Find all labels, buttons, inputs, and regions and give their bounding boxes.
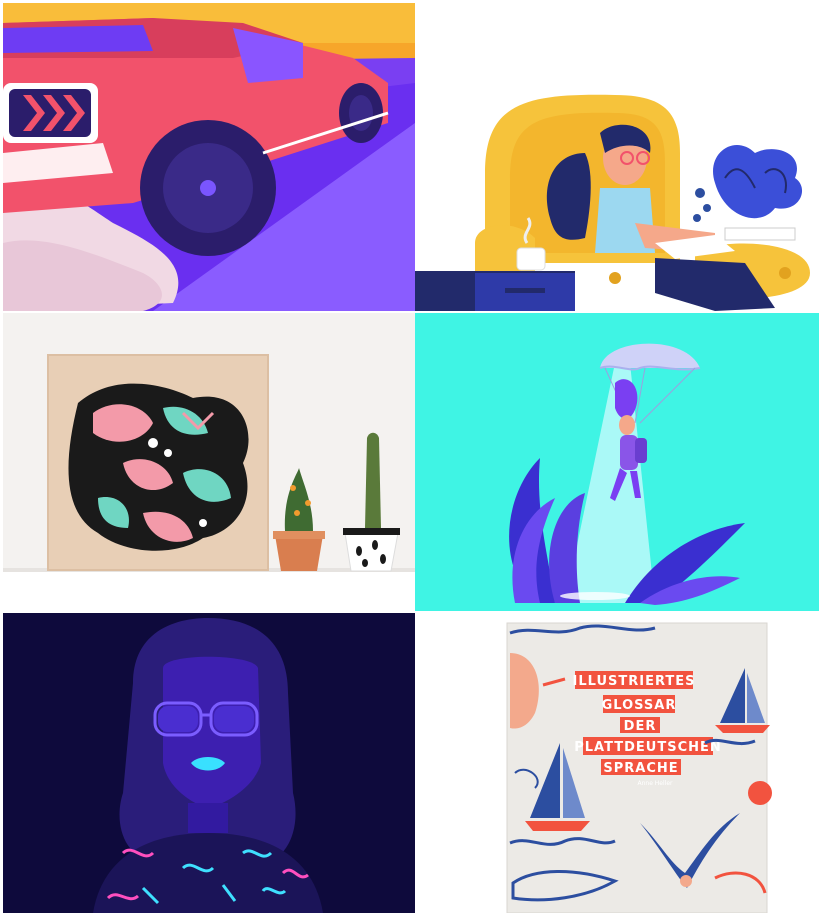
book-cover-illustration: ILLUSTRIERTES GLOSSAR DER PLATTDEUTSCHEN… <box>415 613 819 913</box>
tile-muscle-car[interactable] <box>3 3 415 311</box>
muscle-car-illustration <box>3 3 415 311</box>
book-title-line-2: GLOSSAR <box>602 698 677 713</box>
woman-armchair-illustration <box>415 3 819 311</box>
book-title-line-1: ILLUSTRIERTES <box>573 674 696 689</box>
neon-portrait-illustration <box>3 613 415 913</box>
book-title-line-4: PLATTDEUTSCHEN <box>574 740 722 755</box>
image-grid: ILLUSTRIERTES GLOSSAR DER PLATTDEUTSCHEN… <box>0 0 819 913</box>
book-author: Anne Heller <box>637 780 673 787</box>
book-title-line-3: DER <box>624 719 657 734</box>
book-title-line-5: SPRACHE <box>603 761 678 776</box>
art-board-photo <box>3 313 415 611</box>
tile-art-board-cacti[interactable] <box>3 313 415 611</box>
tile-book-cover[interactable]: ILLUSTRIERTES GLOSSAR DER PLATTDEUTSCHEN… <box>415 613 819 913</box>
tile-neon-portrait[interactable] <box>3 613 415 913</box>
tile-woman-armchair[interactable] <box>415 3 819 311</box>
parachute-girl-illustration <box>415 313 819 611</box>
tile-parachute-girl[interactable] <box>415 313 819 611</box>
